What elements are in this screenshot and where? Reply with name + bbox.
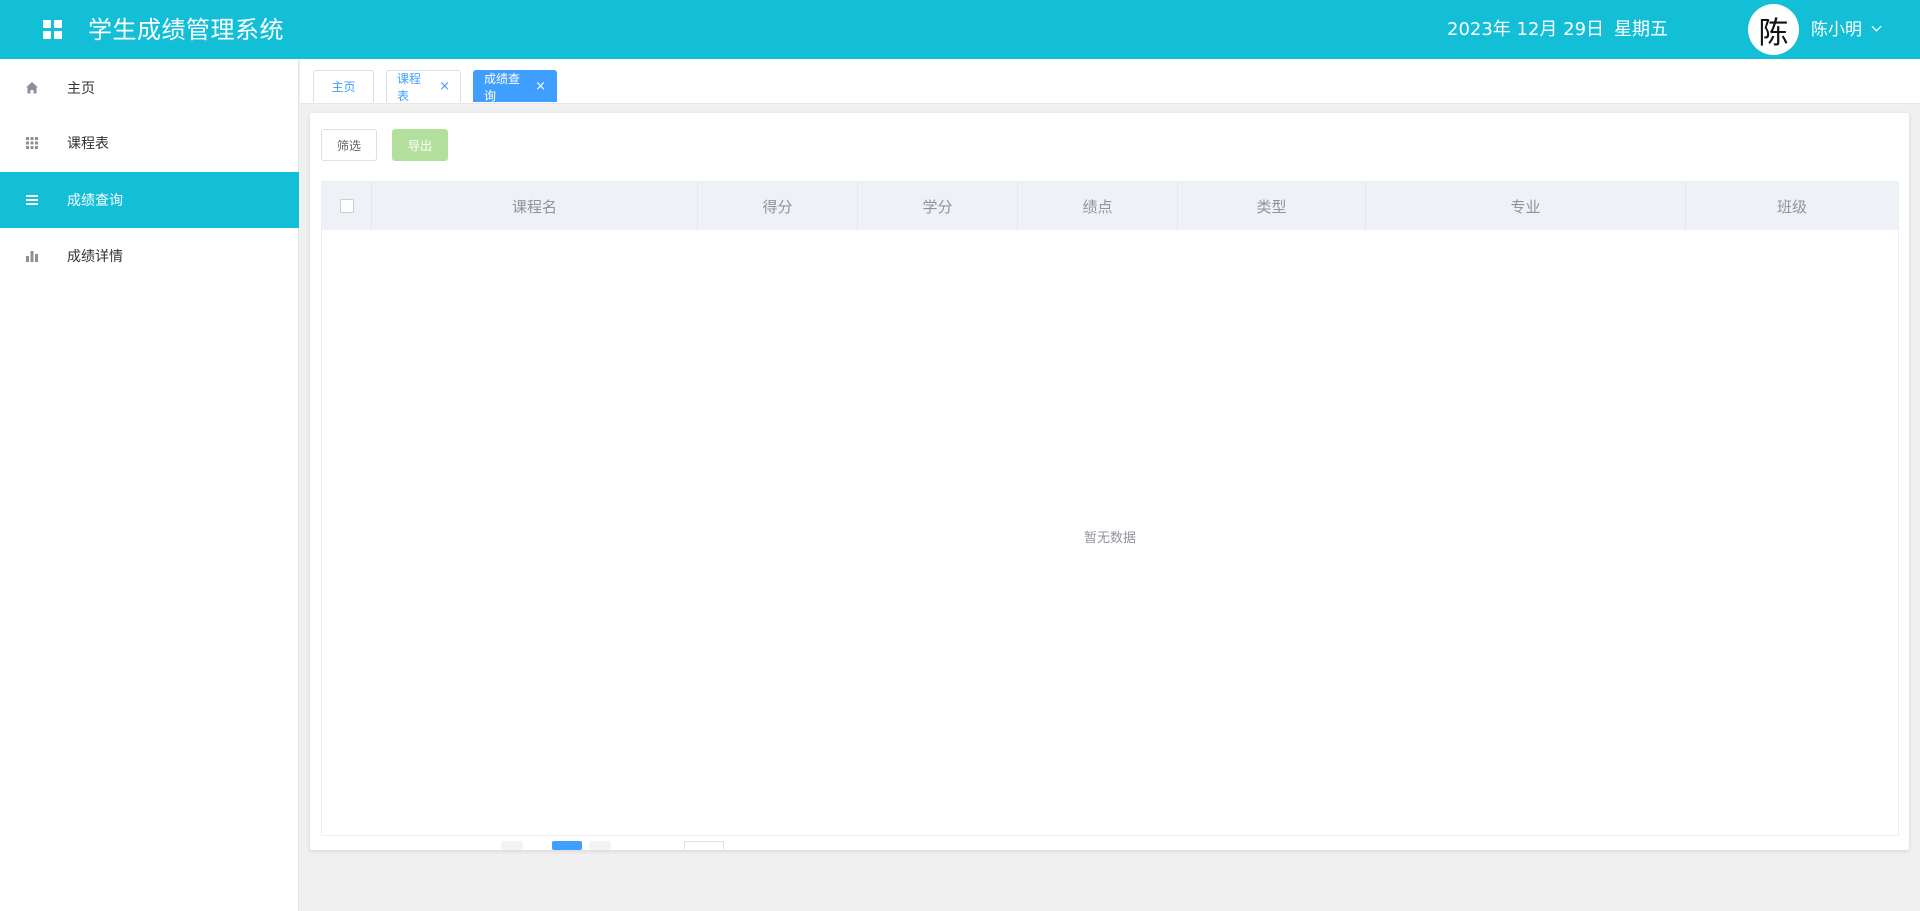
tab-grade-query[interactable]: 成绩查询 × [473, 70, 557, 103]
sidebar-item-home[interactable]: 主页 [0, 60, 299, 116]
grades-table: 课程名 得分 学分 绩点 类型 专业 班级 暂无数据 [321, 181, 1899, 836]
sidebar-item-grade-query[interactable]: 成绩查询 [0, 172, 299, 228]
sidebar-item-grade-details[interactable]: 成绩详情 [0, 228, 299, 284]
pagination-page-size-select[interactable] [684, 841, 724, 850]
tab-label: 主页 [331, 80, 356, 94]
column-header-major[interactable]: 专业 [1366, 182, 1686, 230]
column-header-gpa[interactable]: 绩点 [1018, 182, 1178, 230]
pagination-prev-button[interactable] [501, 841, 523, 850]
apps-grid-icon[interactable] [43, 20, 63, 40]
column-header-course[interactable]: 课程名 [372, 182, 698, 230]
column-header-type[interactable]: 类型 [1178, 182, 1366, 230]
grid-icon [26, 137, 38, 149]
app-title: 学生成绩管理系统 [88, 16, 284, 44]
content-card: 筛选 导出 课程名 得分 学分 绩点 类型 专业 班级 暂无数据 [310, 113, 1909, 850]
pagination-next-button[interactable] [589, 841, 611, 850]
empty-state-text: 暂无数据 [1083, 531, 1136, 546]
column-header-class[interactable]: 班级 [1686, 182, 1898, 230]
home-icon [26, 82, 38, 94]
sidebar-item-label: 主页 [67, 81, 95, 97]
column-header-score[interactable]: 得分 [698, 182, 858, 230]
chevron-down-icon[interactable] [1871, 23, 1882, 34]
sidebar-item-label: 成绩查询 [67, 193, 123, 209]
table-header: 课程名 得分 学分 绩点 类型 专业 班级 [322, 182, 1898, 230]
sidebar-item-label: 成绩详情 [67, 249, 123, 265]
avatar[interactable]: 陈 [1748, 4, 1799, 55]
select-all-cell [322, 182, 372, 230]
tab-label: 成绩查询 [484, 71, 521, 103]
column-header-credit[interactable]: 学分 [858, 182, 1018, 230]
tab-schedule[interactable]: 课程表 × [386, 70, 461, 103]
list-icon [26, 195, 38, 205]
sidebar-item-label: 课程表 [67, 136, 109, 152]
select-all-checkbox[interactable] [339, 199, 354, 213]
sidebar: 主页 课程表 成绩查询 成绩详情 [0, 59, 299, 911]
pagination [321, 836, 1899, 850]
tab-home[interactable]: 主页 [313, 70, 374, 102]
close-icon[interactable]: × [439, 79, 450, 94]
pagination-page-button[interactable] [552, 841, 582, 850]
filter-button[interactable]: 筛选 [321, 129, 377, 161]
current-weekday: 星期五 [1614, 19, 1668, 40]
tab-label: 课程表 [397, 71, 422, 103]
top-header: 学生成绩管理系统 2023年 12月 29日 星期五 陈 陈小明 [0, 0, 1920, 59]
export-button[interactable]: 导出 [392, 129, 448, 161]
tab-bar: 主页 课程表 × 成绩查询 × [300, 59, 1920, 104]
bar-chart-icon [26, 251, 38, 262]
close-icon[interactable]: × [535, 79, 546, 94]
current-date: 2023年 12月 29日 [1447, 19, 1605, 40]
user-menu-name[interactable]: 陈小明 [1811, 19, 1862, 41]
sidebar-item-schedule[interactable]: 课程表 [0, 115, 299, 171]
